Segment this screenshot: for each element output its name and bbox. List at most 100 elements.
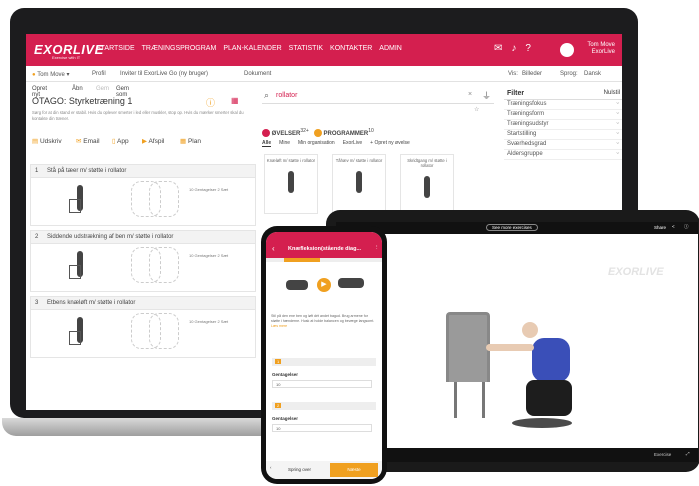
thumbnail-label: Knæløft m/ støtte i rollator [266,158,316,163]
lang-select[interactable]: Dansk [584,71,601,77]
create-exercise-link[interactable]: + Opret ny øvelse [370,140,410,147]
filter-row[interactable]: Træningsform [504,110,622,120]
source-tab-exorlive[interactable]: ExorLive [343,140,362,147]
balance-board [512,418,572,428]
nav-plan-kalender[interactable]: PLAN-KALENDER [223,45,281,52]
top-nav-bar: EXORLIVE Exercise with IT STARTSIDE TRÆN… [26,34,622,66]
user-org: ExorLive [591,49,615,55]
thumbnail-label: Tåhæv m/ støtte i rollator [335,158,383,163]
print-label: Udskriv [39,138,62,145]
exercise-figure-start [286,280,308,290]
program-title[interactable]: OTAGO: Styrketræning 1 [32,96,132,106]
nav-startside[interactable]: STARTSIDE [96,45,135,52]
field-label: Gentagelser [272,416,299,421]
thumbnail-figure [356,171,362,193]
save-button[interactable]: Gem [96,86,109,92]
sub-toolbar: ● Tom Move ▾ Profil Inviter til ExorLive… [26,66,622,82]
see-more-button[interactable]: See more exercises [486,224,538,231]
user-name: Tom Move [587,42,615,48]
exercise-number: 3 [35,300,39,306]
exercise-card[interactable]: 3 Etbens knæløft m/ støtte i rollator 10… [30,296,256,358]
app-button[interactable]: ▯ App [112,137,129,145]
tab-exercises-label: ØVELSER [271,131,301,137]
filter-row[interactable]: Sværhedsgrad [504,140,622,150]
document-link[interactable]: Dokument [244,71,271,77]
thumbnail-figure [288,171,294,193]
tab-programs[interactable]: PROGRAMMER10 [313,128,374,138]
filter-reset-button[interactable]: Nulstil [604,90,620,96]
play-icon[interactable]: ▶ [317,278,331,292]
filter-row[interactable]: Aldersgruppe [504,150,622,160]
exercise-caption: Exercise [654,452,672,457]
share-button[interactable]: Share [654,225,666,230]
exercise-search[interactable]: ⌕ rollator × ⏚ [262,88,494,104]
exercises-count: 32+ [300,128,309,134]
result-tabs: ØVELSER32+ PROGRAMMER10 [262,128,374,138]
grid-view-icon[interactable]: ▦ [231,96,239,105]
logo-tagline: Exercise with IT [52,55,81,60]
nav-traeningsprogram[interactable]: TRÆNINGSPROGRAM [142,45,217,52]
back-icon[interactable]: ‹ [272,244,275,253]
bell-icon[interactable]: ♪ [511,43,516,54]
info-icon[interactable]: ⓘ [206,96,215,109]
share-icon[interactable]: < [672,224,675,229]
programs-count: 10 [368,128,374,134]
avatar[interactable] [560,43,574,57]
exercise-sets: 10 Gentagelser 2 Sæt [189,253,229,258]
exercise-header: 3 Etbens knæløft m/ støtte i rollator [31,297,255,310]
read-more-link[interactable]: Læs mere [271,324,287,328]
skip-button[interactable]: Spring over [288,467,311,472]
email-icon: ✉ [76,138,82,145]
user-dropdown[interactable]: ● Tom Move ▾ [32,71,70,78]
tab-exercises[interactable]: ØVELSER32+ [262,128,309,138]
view-select[interactable]: Billeder [522,71,542,77]
filter-row[interactable]: Træningsudstyr [504,120,622,130]
user-info[interactable]: Tom Move ExorLive [579,42,615,56]
filter-icon[interactable]: ⏚ [482,89,491,102]
favorites-star-icon[interactable]: ☆ [474,106,479,113]
exercise-thumbnail[interactable]: Skridtgang m/ støtte i rollator [400,154,454,214]
filter-row[interactable]: Startstilling [504,130,622,140]
exercise-card[interactable]: 1 Stå på tæer m/ støtte i rollator 10 Ge… [30,164,256,226]
print-button[interactable]: ▤ Udskriv [32,137,62,145]
nav-admin[interactable]: ADMIN [379,45,402,52]
phone-icon: ▯ [112,138,116,145]
plan-button[interactable]: ▦ Plan [180,137,201,145]
nav-kontakter[interactable]: KONTAKTER [330,45,372,52]
exercise-sets: 10 Gentagelser 2 Sæt [189,319,229,324]
person-head [522,322,538,338]
exercise-card[interactable]: 2 Siddende udstrækning af ben m/ støtte … [30,230,256,292]
open-button[interactable]: Åbn [72,86,83,92]
source-tab-organisation[interactable]: Min organisation [298,140,335,147]
phone-bottom-bar: ‹ Spring over Næste [266,461,382,479]
reps-input[interactable]: 10 [272,380,372,388]
prev-icon[interactable]: ‹ [270,465,272,470]
search-input[interactable]: rollator [276,92,297,99]
exercise-thumbnails: Knæløft m/ støtte i rollator Tåhæv m/ st… [264,154,454,214]
fullscreen-icon[interactable]: ⤢ [686,451,690,456]
set-header: 1 [272,358,376,366]
menu-icon[interactable]: ⋮ [374,245,380,251]
chat-icon[interactable]: ✉ [494,43,502,54]
filter-row[interactable]: Træningsfokus [504,100,622,110]
help-icon[interactable]: ? [525,43,531,54]
nav-statistik[interactable]: STATISTIK [289,45,323,52]
exercise-header: 2 Siddende udstrækning af ben m/ støtte … [31,231,255,244]
play-icon: ▶ [142,138,147,145]
play-button[interactable]: ▶ Afspil [142,137,164,145]
exercise-thumbnail[interactable]: Tåhæv m/ støtte i rollator [332,154,386,214]
email-label: Email [83,138,100,145]
info-icon[interactable]: ⓘ [684,224,689,230]
rollator-image [69,331,81,345]
invite-link[interactable]: Inviter til ExorLive Go (ny bruger) [120,71,208,77]
next-button[interactable]: Næste [330,463,378,477]
clear-search-icon[interactable]: × [468,91,472,98]
source-tab-all[interactable]: Alle [262,140,272,147]
profile-link[interactable]: Profil [92,71,106,77]
phone-screen: ‹ Knæfleksion(stående diag... ⋮ ▶ Stil p… [266,232,382,479]
exercise-thumbnail[interactable]: Knæløft m/ støtte i rollator [264,154,318,214]
chair-image [446,312,490,382]
email-button[interactable]: ✉ Email [76,137,100,145]
reps-input[interactable]: 10 [272,424,372,432]
source-tab-mine[interactable]: Mine [279,140,290,147]
